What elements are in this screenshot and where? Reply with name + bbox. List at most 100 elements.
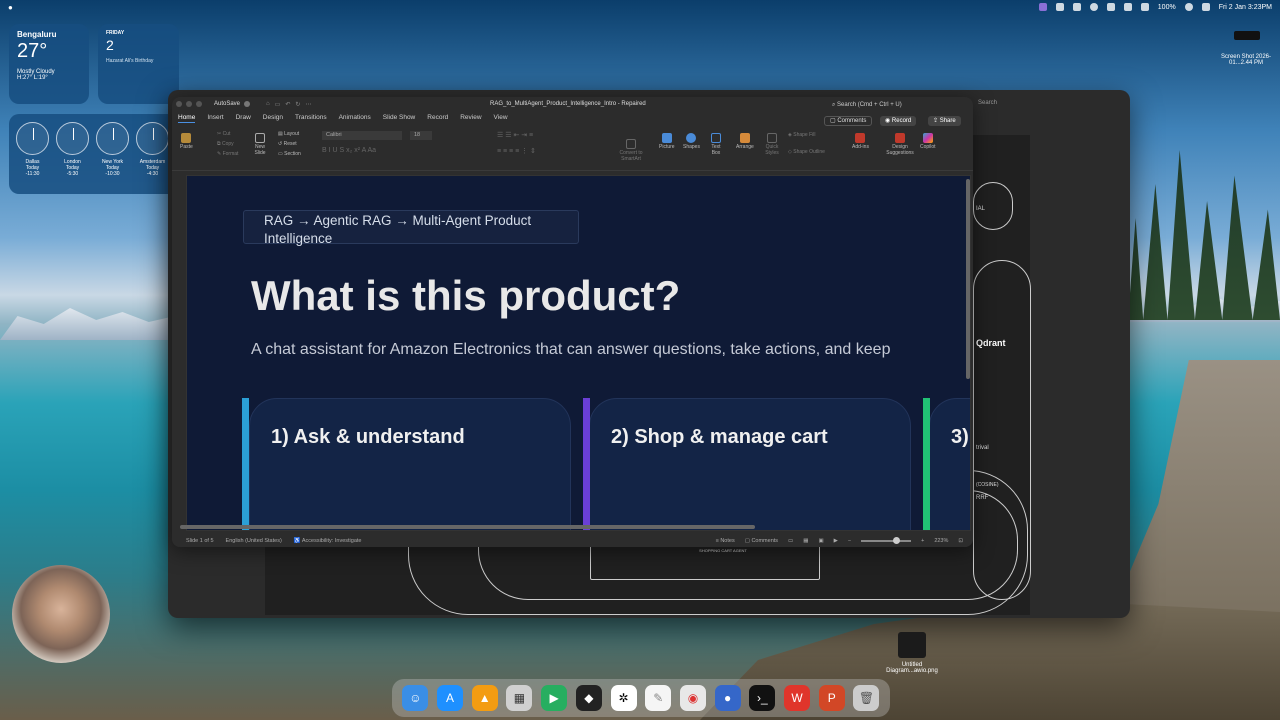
zoom-slider[interactable] (861, 537, 912, 544)
addins-button[interactable]: Add-ins (852, 133, 869, 150)
wifi-icon[interactable] (1140, 3, 1149, 11)
slide-subtitle[interactable]: A chat assistant for Amazon Electronics … (251, 341, 890, 359)
apple-icon[interactable]: ● (8, 3, 13, 12)
picture-button[interactable]: Picture (659, 133, 675, 150)
close-button[interactable] (176, 101, 182, 107)
tab-review[interactable]: Review (460, 114, 481, 123)
notes-app-icon[interactable]: ✎ (645, 685, 672, 711)
alignment-icons[interactable]: ≡ ≡ ≡ ≡ ⋮ ⇕ (497, 147, 536, 155)
slide-card[interactable] (249, 398, 571, 530)
comments-status-button[interactable]: ▢ Comments (745, 538, 778, 544)
copy-button[interactable]: ⧉ Copy (217, 141, 234, 147)
status-icon[interactable] (1106, 3, 1115, 11)
search-icon[interactable] (1184, 3, 1193, 11)
battery-label[interactable]: 100% (1158, 4, 1176, 11)
format-painter-button[interactable]: ✎ Format (217, 151, 238, 157)
launchpad-icon[interactable]: ▦ (506, 685, 533, 711)
screenshot-file-label[interactable]: Screen Shot 2026-01...2.44 PM (1214, 54, 1278, 66)
wps-icon[interactable]: W (784, 685, 811, 711)
slide-card[interactable] (929, 398, 970, 530)
save-icon[interactable]: ▭ (275, 101, 281, 108)
menubar-datetime[interactable]: Fri 2 Jan 3:23PM (1219, 4, 1272, 11)
world-clock-widget[interactable]: Dallas Today -11:30 London Today -5:30 New Y… (9, 114, 179, 194)
card-title[interactable]: 1) Ask & understand (271, 426, 465, 449)
reset-button[interactable]: ↺ Reset (278, 141, 297, 147)
paste-button[interactable]: Paste (180, 133, 193, 150)
shape-fill-button[interactable]: ◈ Shape Fill (788, 132, 815, 138)
font-size-field[interactable]: 18 (410, 131, 432, 140)
slideshow-icon[interactable]: ▶ (834, 538, 838, 544)
finder-icon[interactable]: ☺ (402, 685, 429, 711)
tab-transitions[interactable]: Transitions (295, 114, 327, 123)
slide-sorter-icon[interactable]: ▦ (803, 538, 808, 544)
comments-button[interactable]: ▢ Comments (824, 116, 873, 126)
status-icon[interactable] (1055, 3, 1064, 11)
reading-view-icon[interactable]: ▣ (818, 538, 823, 544)
cut-button[interactable]: ✂ Cut (217, 131, 230, 137)
design-suggestions-button[interactable]: Design Suggestions (884, 133, 916, 156)
tab-design[interactable]: Design (263, 114, 283, 123)
arrange-button[interactable]: Arrange (736, 133, 754, 150)
chatgpt-icon[interactable]: ✲ (610, 685, 637, 711)
share-button[interactable]: ⇪ Share (928, 116, 961, 126)
zoom-button[interactable] (196, 101, 202, 107)
terminal-icon[interactable]: ›_ (749, 685, 776, 711)
slide-card[interactable] (589, 398, 911, 530)
autosave-label[interactable]: AutoSave (214, 101, 240, 107)
normal-view-icon[interactable]: ▭ (788, 538, 793, 544)
status-icon[interactable] (1072, 3, 1081, 11)
tab-slide-show[interactable]: Slide Show (383, 114, 416, 123)
trash-icon[interactable]: 🗑 (853, 685, 880, 711)
new-slide-button[interactable]: New Slide (251, 133, 269, 156)
facetime-icon[interactable]: ▶ (541, 685, 568, 711)
quick-styles-button[interactable]: Quick Styles (764, 133, 780, 156)
vertical-scrollbar[interactable] (966, 179, 970, 379)
language-status[interactable]: English (United States) (226, 538, 282, 544)
tab-draw[interactable]: Draw (236, 114, 251, 123)
app-store-icon[interactable]: A (437, 685, 464, 711)
diagram-search[interactable]: Search (978, 100, 997, 106)
font-name-field[interactable]: Calibri (322, 131, 402, 140)
calendar-widget[interactable]: FRIDAY 2 Hazarat Ali's Birthday (98, 24, 179, 104)
text-box-button[interactable]: Text Box (707, 133, 725, 156)
notes-button[interactable]: ≡ Notes (716, 538, 735, 544)
zoom-out-icon[interactable]: − (848, 538, 851, 544)
card-title[interactable]: 3) (951, 426, 969, 449)
horizontal-scrollbar[interactable] (180, 525, 755, 529)
tab-home[interactable]: Home (178, 114, 196, 123)
card-title[interactable]: 2) Shop & manage cart (611, 426, 828, 449)
shapes-button[interactable]: Shapes (683, 133, 700, 150)
accessibility-status[interactable]: ♿ Accessibility: Investigate (294, 538, 362, 544)
status-icon[interactable] (1038, 3, 1047, 11)
chrome-icon[interactable]: ◉ (679, 685, 706, 711)
record-button[interactable]: ◉ Record (880, 116, 917, 126)
shape-outline-button[interactable]: ◇ Shape Outline (788, 149, 825, 155)
tab-insert[interactable]: Insert (207, 114, 223, 123)
paragraph-icons[interactable]: ☰ ☰ ⇤ ⇥ ≡ (497, 131, 533, 139)
more-icon[interactable]: ⋯ (305, 101, 311, 108)
moon-icon[interactable] (1089, 3, 1098, 11)
app-icon[interactable]: ● (714, 685, 741, 711)
convert-smartart-button[interactable]: Convert to SmartArt (617, 139, 645, 162)
minimize-button[interactable] (186, 101, 192, 107)
slide-breadcrumb[interactable]: RAG → Agentic RAG → Multi-Agent Product … (243, 210, 579, 246)
redo-icon[interactable]: ↻ (295, 101, 300, 108)
powerpoint-icon[interactable]: P (818, 685, 845, 711)
home-icon[interactable]: ⌂ (266, 101, 270, 107)
weather-widget[interactable]: Bengaluru 27° Mostly Cloudy H:27° L:19° (9, 24, 89, 104)
vlc-icon[interactable]: ▲ (471, 685, 498, 711)
search-field[interactable]: ⌕ Search (Cmd + Ctrl + U) (832, 102, 902, 109)
zoom-in-icon[interactable]: + (921, 538, 924, 544)
screenshot-file-icon[interactable] (1234, 31, 1260, 40)
diagram-file-label[interactable]: Untitled Diagram...awio.png (880, 662, 944, 674)
slide-title[interactable]: What is this product? (251, 272, 680, 320)
section-button[interactable]: ▭ Section (278, 151, 301, 157)
autosave-toggle[interactable] (244, 101, 251, 107)
fit-slide-icon[interactable]: ⊡ (958, 538, 963, 544)
bluetooth-icon[interactable] (1123, 3, 1132, 11)
control-center-icon[interactable] (1201, 3, 1210, 11)
tab-animations[interactable]: Animations (339, 114, 371, 123)
undo-icon[interactable]: ↶ (285, 101, 290, 108)
zoom-level[interactable]: 223% (934, 538, 948, 544)
zoom-slider-thumb[interactable] (893, 537, 901, 544)
